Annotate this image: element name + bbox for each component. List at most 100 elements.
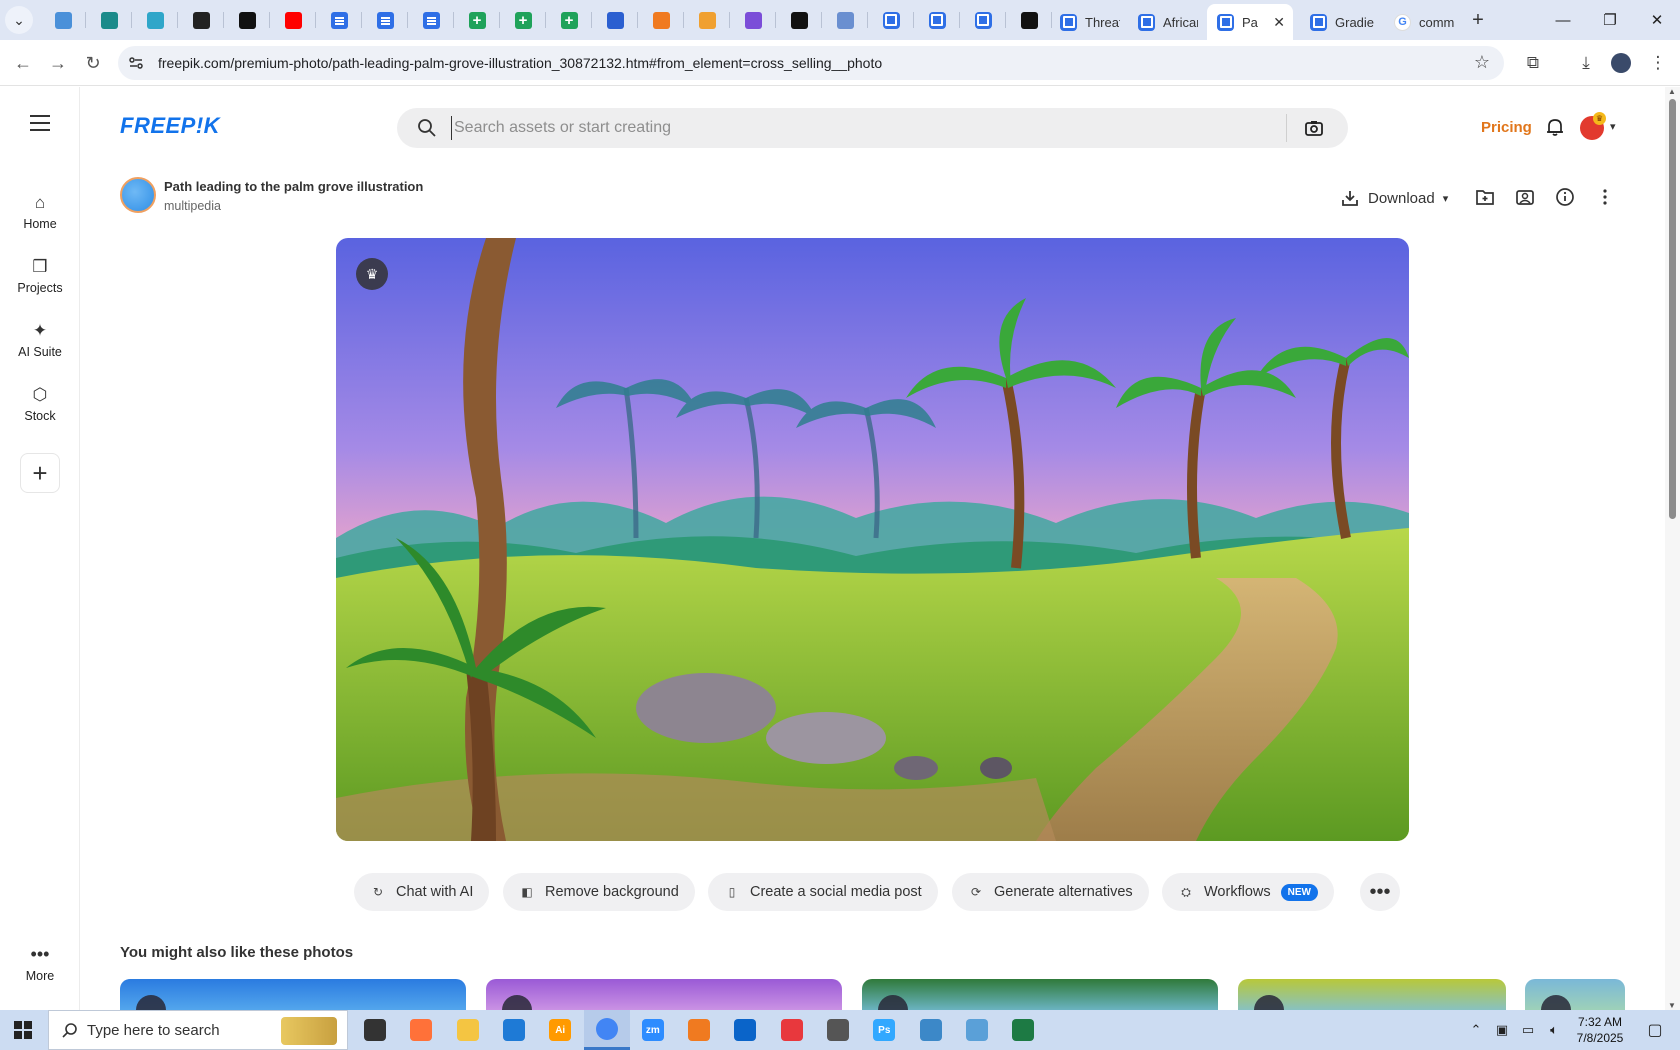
volume-icon[interactable]: 🔈︎	[1543, 1022, 1565, 1038]
create-social-post-button[interactable]: ▯ Create a social media post	[708, 873, 938, 911]
meet-now-icon[interactable]: ▣	[1491, 1022, 1513, 1038]
tab-african[interactable]: African	[1128, 4, 1198, 40]
close-window-button[interactable]: ✕	[1634, 0, 1680, 40]
workflows-button[interactable]: ⛭ Workflows NEW	[1162, 873, 1334, 911]
pinned-tab[interactable]	[592, 0, 638, 40]
sidebar-item-home[interactable]: ⌂ Home	[0, 191, 80, 231]
sidebar-item-projects[interactable]: ❒ Projects	[0, 255, 80, 295]
xampp-taskbar-button[interactable]	[676, 1010, 722, 1050]
tab-google-search[interactable]: G comm	[1384, 4, 1460, 40]
creative-cloud-taskbar-button[interactable]	[769, 1010, 815, 1050]
bell-icon[interactable]	[1544, 116, 1566, 138]
info-icon[interactable]	[1554, 186, 1576, 208]
author-name[interactable]: multipedia	[164, 199, 221, 213]
forward-button[interactable]: →	[43, 48, 73, 78]
profile-avatar-icon[interactable]	[1609, 51, 1633, 75]
camera-search-icon[interactable]	[1303, 117, 1325, 139]
sidebar-item-stock[interactable]: ⬡ Stock	[0, 383, 80, 423]
hamburger-menu-icon[interactable]	[30, 115, 50, 131]
sidebar-add-button[interactable]: +	[20, 453, 60, 493]
scrollbar-thumb[interactable]	[1669, 99, 1676, 519]
freepik-logo[interactable]: FREEP!K	[120, 113, 220, 139]
pinned-tab[interactable]	[776, 0, 822, 40]
pinned-tab[interactable]	[684, 0, 730, 40]
bookmark-star-icon[interactable]: ☆	[1474, 52, 1490, 73]
similar-photo-thumbnail[interactable]	[1238, 979, 1506, 1010]
download-button[interactable]: Download ▾	[1340, 185, 1448, 211]
author-avatar[interactable]	[120, 177, 156, 213]
tray-overflow-icon[interactable]: ⌃	[1465, 1022, 1487, 1038]
scroll-down-arrow-icon[interactable]: ▼	[1668, 1001, 1676, 1010]
tab-threat[interactable]: Threat	[1050, 4, 1120, 40]
extensions-icon[interactable]: ⧉	[1521, 51, 1545, 75]
user-menu[interactable]: ♛ ▾	[1580, 112, 1624, 142]
more-options-icon[interactable]	[1594, 186, 1616, 208]
address-bar[interactable]: freepik.com/premium-photo/path-leading-p…	[118, 46, 1504, 80]
new-tab-button[interactable]: +	[1465, 7, 1491, 33]
search-bar[interactable]	[397, 108, 1348, 148]
back-button[interactable]: ←	[8, 48, 38, 78]
browser-menu-icon[interactable]: ⋮	[1646, 51, 1670, 75]
pinned-tab[interactable]	[822, 0, 868, 40]
vscode-taskbar-button[interactable]	[491, 1010, 537, 1050]
collection-icon[interactable]	[1514, 186, 1536, 208]
tab-active-freepik[interactable]: Pa ✕	[1207, 4, 1293, 40]
similar-photo-thumbnail[interactable]	[1525, 979, 1625, 1010]
search-input[interactable]	[451, 116, 1271, 140]
pinned-tab[interactable]	[316, 0, 362, 40]
save-to-folder-icon[interactable]	[1474, 186, 1496, 208]
pinned-tab[interactable]	[454, 0, 500, 40]
sidebar-item-ai-suite[interactable]: ✦ AI Suite	[0, 319, 80, 359]
start-button[interactable]	[0, 1010, 46, 1050]
more-ai-actions-button[interactable]: •••	[1360, 873, 1400, 911]
similar-photo-thumbnail[interactable]	[120, 979, 466, 1010]
url-text[interactable]: freepik.com/premium-photo/path-leading-p…	[158, 55, 882, 71]
minimize-button[interactable]: —	[1540, 0, 1586, 40]
illustrator-taskbar-button[interactable]: Ai	[537, 1010, 583, 1050]
diamond-app-taskbar-button[interactable]	[908, 1010, 954, 1050]
sidebar-item-more[interactable]: ••• More	[0, 945, 80, 983]
pinned-tab[interactable]	[638, 0, 684, 40]
network-icon[interactable]: ▭	[1517, 1022, 1539, 1038]
similar-photo-thumbnail[interactable]	[862, 979, 1218, 1010]
reload-button[interactable]: ↻	[78, 48, 108, 78]
tab-search-button[interactable]: ⌄	[5, 6, 33, 34]
task-view-taskbar-button[interactable]	[352, 1010, 398, 1050]
main-illustration[interactable]: ♛	[336, 238, 1409, 841]
download-tray-icon[interactable]: ⤓	[1574, 51, 1598, 75]
remove-background-button[interactable]: ◧ Remove background	[503, 873, 695, 911]
pinned-tab[interactable]	[868, 0, 914, 40]
pinned-tab[interactable]	[408, 0, 454, 40]
restore-button[interactable]: ❐	[1587, 0, 1633, 40]
notepad-taskbar-button[interactable]	[954, 1010, 1000, 1050]
pen-taskbar-button[interactable]	[815, 1010, 861, 1050]
pinned-tab[interactable]	[40, 0, 86, 40]
scroll-up-arrow-icon[interactable]: ▲	[1668, 87, 1676, 96]
chat-with-ai-button[interactable]: ↻ Chat with AI	[354, 873, 490, 911]
pinned-tab[interactable]	[224, 0, 270, 40]
excel-taskbar-button[interactable]	[1000, 1010, 1046, 1050]
pinned-tab[interactable]	[178, 0, 224, 40]
pinned-tab[interactable]	[1006, 0, 1052, 40]
chrome-taskbar-button[interactable]	[583, 1010, 630, 1050]
pinned-tab[interactable]	[362, 0, 408, 40]
notifications-icon[interactable]: ▢	[1635, 1010, 1675, 1050]
taskbar-search-box[interactable]: Type here to search	[48, 1010, 348, 1050]
pinned-tab[interactable]	[546, 0, 592, 40]
photoshop-taskbar-button[interactable]: Ps	[861, 1010, 907, 1050]
pricing-link[interactable]: Pricing	[1481, 119, 1532, 136]
site-settings-icon[interactable]	[128, 55, 144, 71]
close-tab-icon[interactable]: ✕	[1273, 14, 1285, 31]
generate-alternatives-button[interactable]: ⟳ Generate alternatives	[952, 873, 1149, 911]
pinned-tab[interactable]	[960, 0, 1006, 40]
zoom-taskbar-button[interactable]: zm	[630, 1010, 676, 1050]
pinned-tab[interactable]	[500, 0, 546, 40]
pinned-tab[interactable]	[730, 0, 776, 40]
pinned-tab[interactable]	[86, 0, 132, 40]
system-clock[interactable]: 7:32 AM 7/8/2025	[1565, 1014, 1635, 1046]
pinned-tab[interactable]	[914, 0, 960, 40]
firefox-taskbar-button[interactable]	[398, 1010, 444, 1050]
similar-photo-thumbnail[interactable]	[486, 979, 842, 1010]
pinned-tab[interactable]	[270, 0, 316, 40]
page-scrollbar[interactable]: ▲ ▼	[1665, 87, 1680, 1010]
